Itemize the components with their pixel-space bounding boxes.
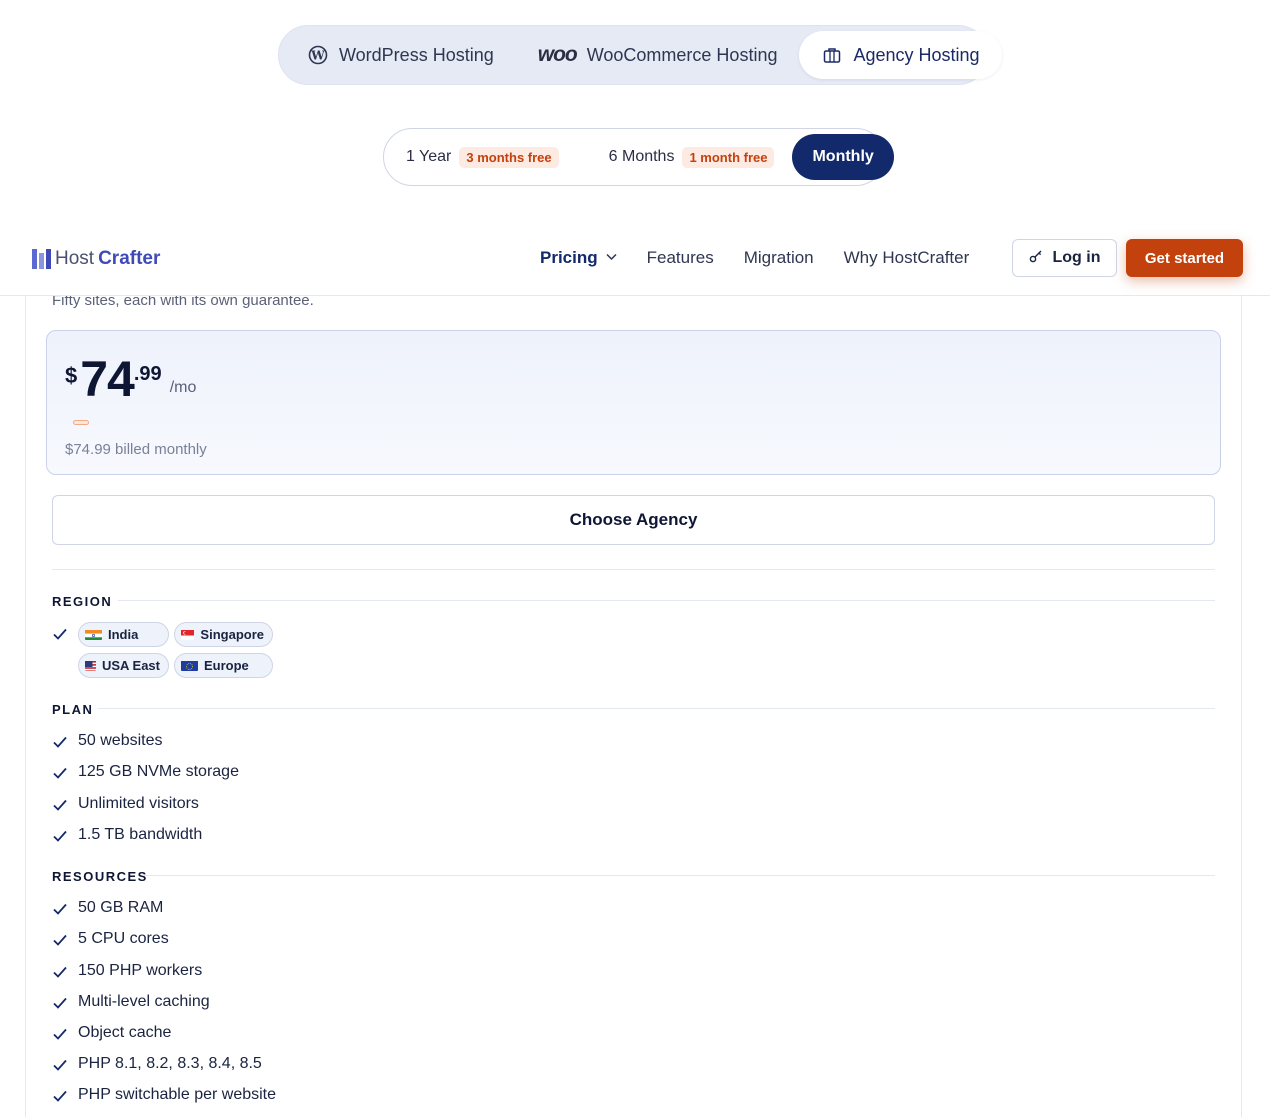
feature-item: Multi-level caching	[78, 993, 210, 1010]
region-chip-label: Singapore	[200, 627, 264, 642]
feature-item: 150 PHP workers	[78, 962, 203, 979]
price-display: $ 74 .99 /mo	[65, 353, 196, 405]
region-chip-europe: Europe	[174, 653, 273, 678]
chevron-down-icon	[606, 252, 617, 264]
nav-features[interactable]: Features	[647, 248, 714, 268]
site-logo[interactable]: Host Crafter	[32, 248, 160, 270]
usa-flag-icon	[85, 660, 96, 671]
billing-period-toggle: 1 Year 3 months free 6 Months 1 month fr…	[383, 128, 894, 186]
nav-pricing[interactable]: Pricing	[540, 248, 617, 268]
singapore-flag-icon	[181, 629, 195, 640]
region-chip-usa-east: USA East	[78, 653, 169, 678]
billed-note: $74.99 billed monthly	[65, 441, 207, 458]
get-started-button[interactable]: Get started	[1126, 239, 1243, 277]
feature-item: Object cache	[78, 1024, 172, 1041]
nav-pricing-label: Pricing	[540, 248, 598, 267]
section-rule	[143, 875, 1215, 876]
check-icon	[53, 1059, 67, 1071]
billing-option-6-months[interactable]: 6 Months 1 month free	[591, 134, 793, 180]
price-currency: $	[65, 363, 78, 388]
tab-label: WordPress Hosting	[339, 44, 494, 65]
price-integer: 74	[80, 351, 135, 407]
svg-text:W: W	[310, 49, 325, 63]
logo-mark-icon	[32, 249, 51, 269]
check-icon	[53, 997, 67, 1009]
check-icon	[53, 1028, 67, 1040]
india-flag-icon	[85, 629, 102, 640]
price-period: /mo	[169, 379, 197, 396]
feature-item: 1.5 TB bandwidth	[78, 826, 203, 843]
key-icon	[1029, 249, 1043, 268]
nav-links: Pricing Features Migration Why HostCraft…	[540, 248, 969, 268]
hosting-type-tabs: W WordPress Hosting woo WooCommerce Host…	[278, 25, 1002, 85]
feature-item: Unlimited visitors	[78, 795, 199, 812]
feature-item: PHP switchable per website	[78, 1086, 277, 1103]
check-icon	[53, 799, 67, 811]
check-icon	[53, 934, 67, 946]
feature-item: PHP 8.1, 8.2, 8.3, 8.4, 8.5	[78, 1055, 262, 1072]
savings-pill	[73, 420, 89, 425]
nav-migration[interactable]: Migration	[744, 248, 814, 268]
check-icon	[53, 1090, 67, 1102]
region-chip-label: India	[108, 627, 139, 642]
check-icon	[53, 966, 67, 978]
logo-text-crafter: Crafter	[98, 248, 161, 269]
wordpress-icon: W	[307, 44, 329, 66]
region-chip-india: India	[78, 622, 169, 647]
login-button[interactable]: Log in	[1012, 239, 1117, 277]
section-rule	[118, 600, 1215, 601]
check-icon	[53, 830, 67, 842]
region-chip-label: Europe	[204, 658, 249, 673]
tab-label: WooCommerce Hosting	[586, 44, 778, 65]
tab-agency-hosting[interactable]: Agency Hosting	[799, 31, 1002, 79]
check-icon	[53, 767, 67, 779]
section-rule	[98, 708, 1215, 709]
section-title-plan: PLAN	[52, 702, 94, 717]
check-icon	[53, 628, 67, 640]
billing-option-label: Monthly	[812, 148, 874, 165]
login-label: Log in	[1052, 249, 1101, 266]
briefcase-icon	[821, 44, 843, 66]
discount-badge: 1 month free	[682, 146, 775, 168]
price-decimal: .99	[133, 363, 162, 385]
feature-item: 5 CPU cores	[78, 930, 169, 947]
section-title-resources: RESOURCES	[52, 869, 148, 884]
nav-why-hostcrafter[interactable]: Why HostCrafter	[844, 248, 970, 268]
price-box: $ 74 .99 /mo $74.99 billed monthly	[46, 330, 1221, 475]
tab-woocommerce-hosting[interactable]: woo WooCommerce Hosting	[516, 31, 800, 79]
discount-badge: 3 months free	[459, 146, 559, 168]
top-navbar: Host Crafter Pricing Features Migration W…	[0, 222, 1270, 296]
billing-option-monthly[interactable]: Monthly	[792, 134, 894, 180]
feature-item: 50 GB RAM	[78, 899, 164, 916]
billing-option-label: 1 Year	[406, 148, 452, 165]
check-icon	[53, 903, 67, 915]
choose-plan-button[interactable]: Choose Agency	[52, 495, 1215, 545]
section-title-region: REGION	[52, 594, 113, 609]
divider	[52, 569, 1215, 570]
billing-option-label: 6 Months	[608, 148, 675, 165]
region-chip-label: USA East	[101, 658, 160, 673]
feature-item: 50 websites	[78, 732, 163, 749]
check-icon	[53, 736, 67, 748]
woo-icon: woo	[537, 43, 578, 66]
tab-wordpress-hosting[interactable]: W WordPress Hosting	[285, 31, 516, 79]
logo-text-host: Host	[55, 248, 95, 269]
billing-option-1-year[interactable]: 1 Year 3 months free	[388, 134, 577, 180]
region-chip-singapore: Singapore	[174, 622, 273, 647]
eu-flag-icon	[181, 660, 198, 671]
feature-item: 125 GB NVMe storage	[78, 763, 239, 780]
tab-label: Agency Hosting	[853, 44, 980, 65]
